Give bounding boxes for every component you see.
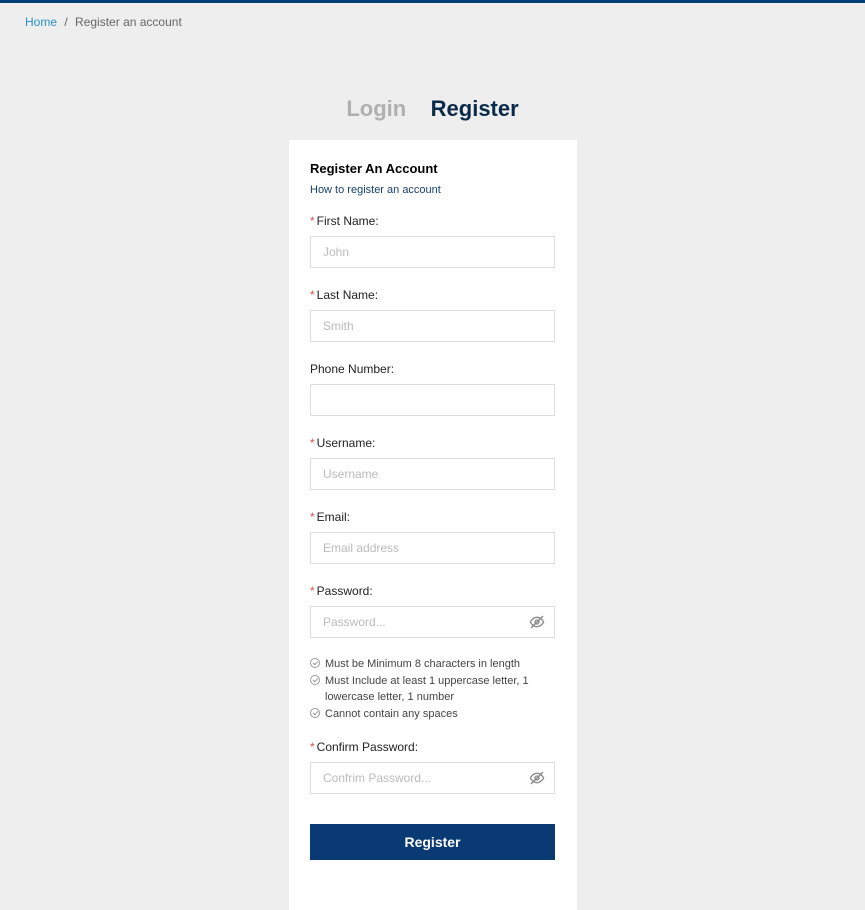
field-first-name: *First Name: bbox=[310, 214, 555, 268]
breadcrumb-home-link[interactable]: Home bbox=[25, 15, 57, 29]
password-rule-2: Must Include at least 1 uppercase letter… bbox=[310, 673, 555, 706]
field-last-name: *Last Name: bbox=[310, 288, 555, 342]
breadcrumb-separator: / bbox=[64, 15, 67, 29]
email-label: *Email: bbox=[310, 510, 555, 524]
check-circle-icon bbox=[310, 708, 320, 718]
username-label: *Username: bbox=[310, 436, 555, 450]
password-label: *Password: bbox=[310, 584, 555, 598]
phone-label: Phone Number: bbox=[310, 362, 555, 376]
username-input[interactable] bbox=[310, 458, 555, 490]
phone-input[interactable] bbox=[310, 384, 555, 416]
required-asterisk: * bbox=[310, 740, 315, 754]
confirm-password-input[interactable] bbox=[310, 762, 555, 794]
password-rule-1: Must be Minimum 8 characters in length bbox=[310, 656, 555, 673]
register-form-card: Register An Account How to register an a… bbox=[289, 140, 577, 910]
password-rule-3: Cannot contain any spaces bbox=[310, 706, 555, 723]
breadcrumb-current: Register an account bbox=[75, 15, 182, 29]
last-name-input[interactable] bbox=[310, 310, 555, 342]
field-password: *Password: bbox=[310, 584, 555, 638]
confirm-password-label: *Confirm Password: bbox=[310, 740, 555, 754]
required-asterisk: * bbox=[310, 288, 315, 302]
help-link[interactable]: How to register an account bbox=[310, 184, 441, 196]
tab-login[interactable]: Login bbox=[346, 96, 406, 122]
check-circle-icon bbox=[310, 658, 320, 668]
breadcrumb: Home / Register an account bbox=[0, 3, 865, 41]
eye-off-icon[interactable] bbox=[529, 770, 545, 786]
last-name-label: *Last Name: bbox=[310, 288, 555, 302]
field-phone: Phone Number: bbox=[310, 362, 555, 416]
password-rules: Must be Minimum 8 characters in length M… bbox=[310, 656, 555, 722]
field-confirm-password: *Confirm Password: bbox=[310, 740, 555, 794]
email-input[interactable] bbox=[310, 532, 555, 564]
required-asterisk: * bbox=[310, 584, 315, 598]
form-title: Register An Account bbox=[310, 161, 555, 176]
auth-tabs: Login Register bbox=[0, 96, 865, 122]
password-input[interactable] bbox=[310, 606, 555, 638]
field-email: *Email: bbox=[310, 510, 555, 564]
required-asterisk: * bbox=[310, 510, 315, 524]
field-username: *Username: bbox=[310, 436, 555, 490]
first-name-input[interactable] bbox=[310, 236, 555, 268]
check-circle-icon bbox=[310, 675, 320, 685]
required-asterisk: * bbox=[310, 214, 315, 228]
tab-register[interactable]: Register bbox=[431, 96, 519, 122]
eye-off-icon[interactable] bbox=[529, 614, 545, 630]
first-name-label: *First Name: bbox=[310, 214, 555, 228]
register-button[interactable]: Register bbox=[310, 824, 555, 860]
required-asterisk: * bbox=[310, 436, 315, 450]
